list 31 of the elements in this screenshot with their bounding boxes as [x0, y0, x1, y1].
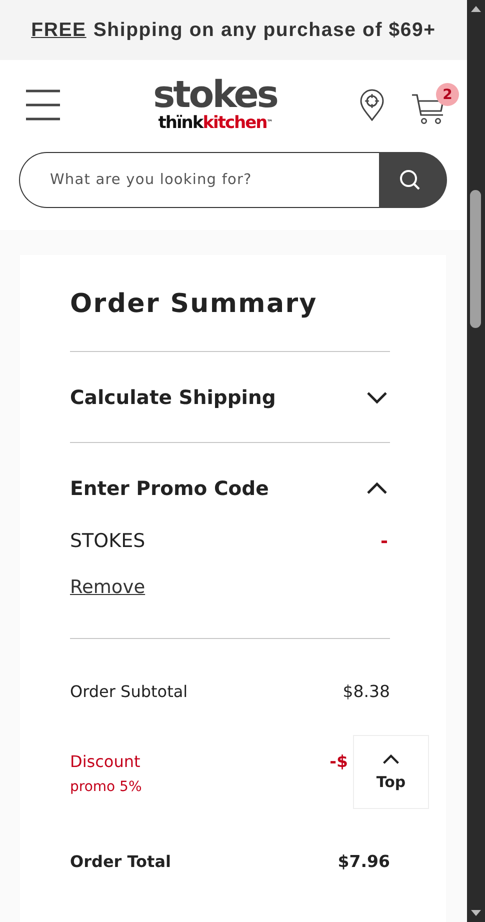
summary-label: Order Subtotal — [70, 681, 188, 703]
location-pin-icon[interactable] — [359, 89, 385, 121]
search-button[interactable] — [379, 152, 447, 208]
summary-value: $7.96 — [338, 851, 390, 873]
promo-code: STOKES — [70, 530, 146, 552]
free-link[interactable]: FREE — [31, 18, 86, 42]
scrollbar-thumb[interactable] — [470, 190, 481, 328]
scroll-down-icon[interactable] — [471, 910, 481, 916]
summary-label: Discount — [70, 751, 142, 773]
chevron-icon — [366, 482, 388, 494]
accordion-header[interactable]: Enter Promo Code — [70, 443, 390, 533]
order-summary-title: Order Summary — [70, 289, 318, 319]
scrollbar[interactable] — [467, 0, 485, 922]
promo-note: promo 5% — [70, 779, 142, 795]
summary-label: Order Total — [70, 851, 171, 873]
summary-value: -$ — [330, 751, 348, 773]
search-icon — [399, 169, 421, 191]
cart-count-badge: 2 — [436, 83, 459, 106]
chevron-icon — [366, 390, 388, 404]
scroll-up-icon[interactable] — [471, 6, 481, 12]
summary-value: $8.38 — [342, 681, 390, 703]
banner-text: Shipping on any purchase of $69+ — [93, 18, 436, 42]
menu-icon[interactable] — [25, 89, 61, 121]
accordion-header[interactable]: Calculate Shipping — [70, 352, 390, 442]
search-field[interactable]: What are you looking for? — [19, 152, 379, 208]
cart-icon[interactable] — [411, 91, 445, 125]
remove-promo-button[interactable]: - — [380, 530, 390, 552]
back-to-top-button[interactable]: Top — [353, 735, 429, 809]
chevron-up-icon — [382, 754, 400, 764]
remove-link[interactable]: Remove — [70, 577, 146, 598]
logo-wordmark[interactable]: stokes — [153, 77, 277, 113]
